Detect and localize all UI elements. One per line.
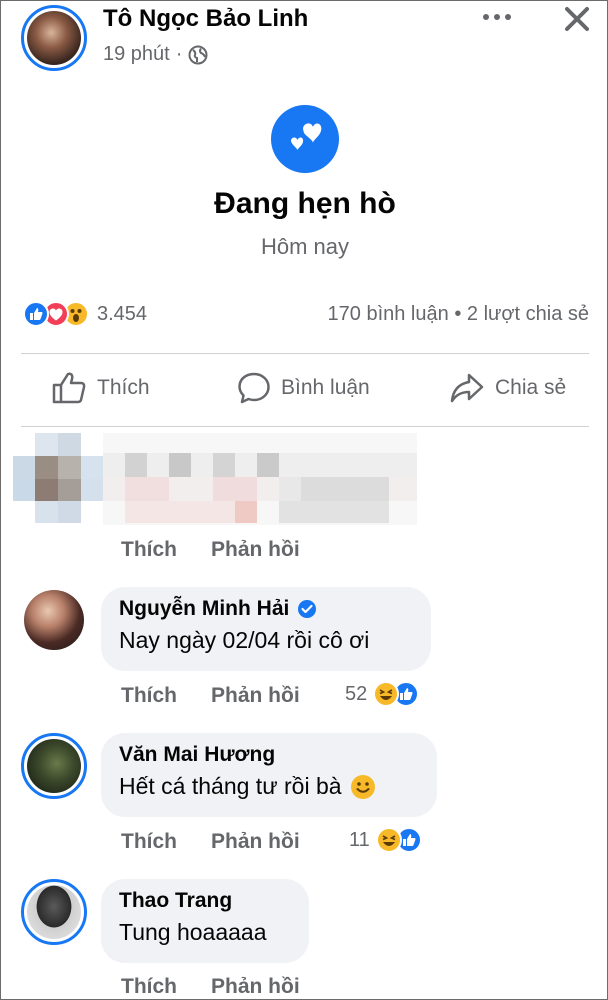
divider [21,426,589,427]
comment-count[interactable]: 170 bình luận [328,303,449,325]
share-count[interactable]: 2 lượt chia sẻ [467,303,589,325]
comment-actions: Thích Phản hồi [121,975,300,999]
share-button[interactable]: Chia sẻ [449,371,566,405]
commenter-name[interactable]: Văn Mai Hương [119,743,419,767]
like-reaction-icon [23,301,49,327]
life-event-title: Đang hẹn hò [214,187,396,220]
meta-separator: · [175,43,183,65]
author-name[interactable]: Tô Ngọc Bảo Linh [103,5,308,33]
share-arrow-icon [449,371,485,405]
comment-text: Tung hoaaaaa [119,919,267,945]
comment-actions: Thích Phản hồi [121,538,300,562]
comment-text-body: Hết cá tháng tư rồi bà [119,773,342,799]
comment-button[interactable]: Bình luận [237,371,370,405]
reaction-count: 3.454 [97,302,148,325]
commenter-avatar[interactable] [21,733,87,799]
comment-reactions[interactable]: 52 [345,681,420,707]
comment-actions: Thích Phản hồi [121,684,300,708]
commenter-name[interactable]: Nguyễn Minh Hải [119,597,413,621]
commenter-name[interactable]: Thao Trang [119,889,291,913]
reaction-summary[interactable]: 3.454 [23,301,147,327]
thumbs-up-icon [51,371,87,405]
like-label: Thích [97,376,150,399]
smile-emoji-icon [350,774,376,800]
comment-text: Hết cá tháng tư rồi bà [119,773,419,800]
life-event-date: Hôm nay [260,234,350,259]
post-time[interactable]: 19 phút [103,43,170,66]
comment-text: Nay ngày 02/04 rồi cô ơi [119,627,370,653]
close-icon[interactable] [561,3,593,35]
comment-reaction-count: 11 [349,828,370,851]
comment-like-button[interactable]: Thích [121,830,177,854]
comment-reaction-count: 52 [345,682,368,705]
commenter-avatar[interactable] [21,587,87,653]
divider [21,353,589,354]
globe-icon [188,45,208,65]
post-stats: 170 bình luận • 2 lượt chia sẻ [328,303,589,326]
comment-bubble: Thao Trang Tung hoaaaaa [101,879,309,963]
comment-reactions[interactable]: 11 [349,827,422,853]
comment-label: Bình luận [281,376,370,399]
comment-actions: Thích Phản hồi [121,830,300,854]
like-button[interactable]: Thích [51,371,150,405]
comment-reply-button[interactable]: Phản hồi [211,830,300,854]
comment-like-button[interactable]: Thích [121,975,177,999]
post-modal: Tô Ngọc Bảo Linh 19 phút · Đang hẹn hò H… [0,0,608,1000]
comment-like-button[interactable]: Thích [121,538,177,562]
commenter-name-text: Nguyễn Minh Hải [119,597,290,620]
verified-badge-icon [297,599,317,619]
comment-like-button[interactable]: Thích [121,684,177,708]
comment-bubble: Nguyễn Minh Hải Nay ngày 02/04 rồi cô ơi [101,587,431,671]
comment-reply-button[interactable]: Phản hồi [211,538,300,562]
haha-reaction-icon [373,681,400,707]
comment-bubble-icon [237,371,271,405]
post-meta: 19 phút · [103,43,208,66]
hearts-icon [271,105,339,173]
share-label: Chia sẻ [495,376,567,399]
comment-reply-button[interactable]: Phản hồi [211,684,300,708]
comment-reply-button[interactable]: Phản hồi [211,975,300,999]
author-avatar[interactable] [21,5,87,71]
stats-dot: • [454,303,462,325]
comment-bubble: Văn Mai Hương Hết cá tháng tư rồi bà [101,733,437,817]
haha-reaction-icon [375,827,402,853]
more-options-icon[interactable] [479,7,515,27]
commenter-avatar[interactable] [21,879,87,945]
